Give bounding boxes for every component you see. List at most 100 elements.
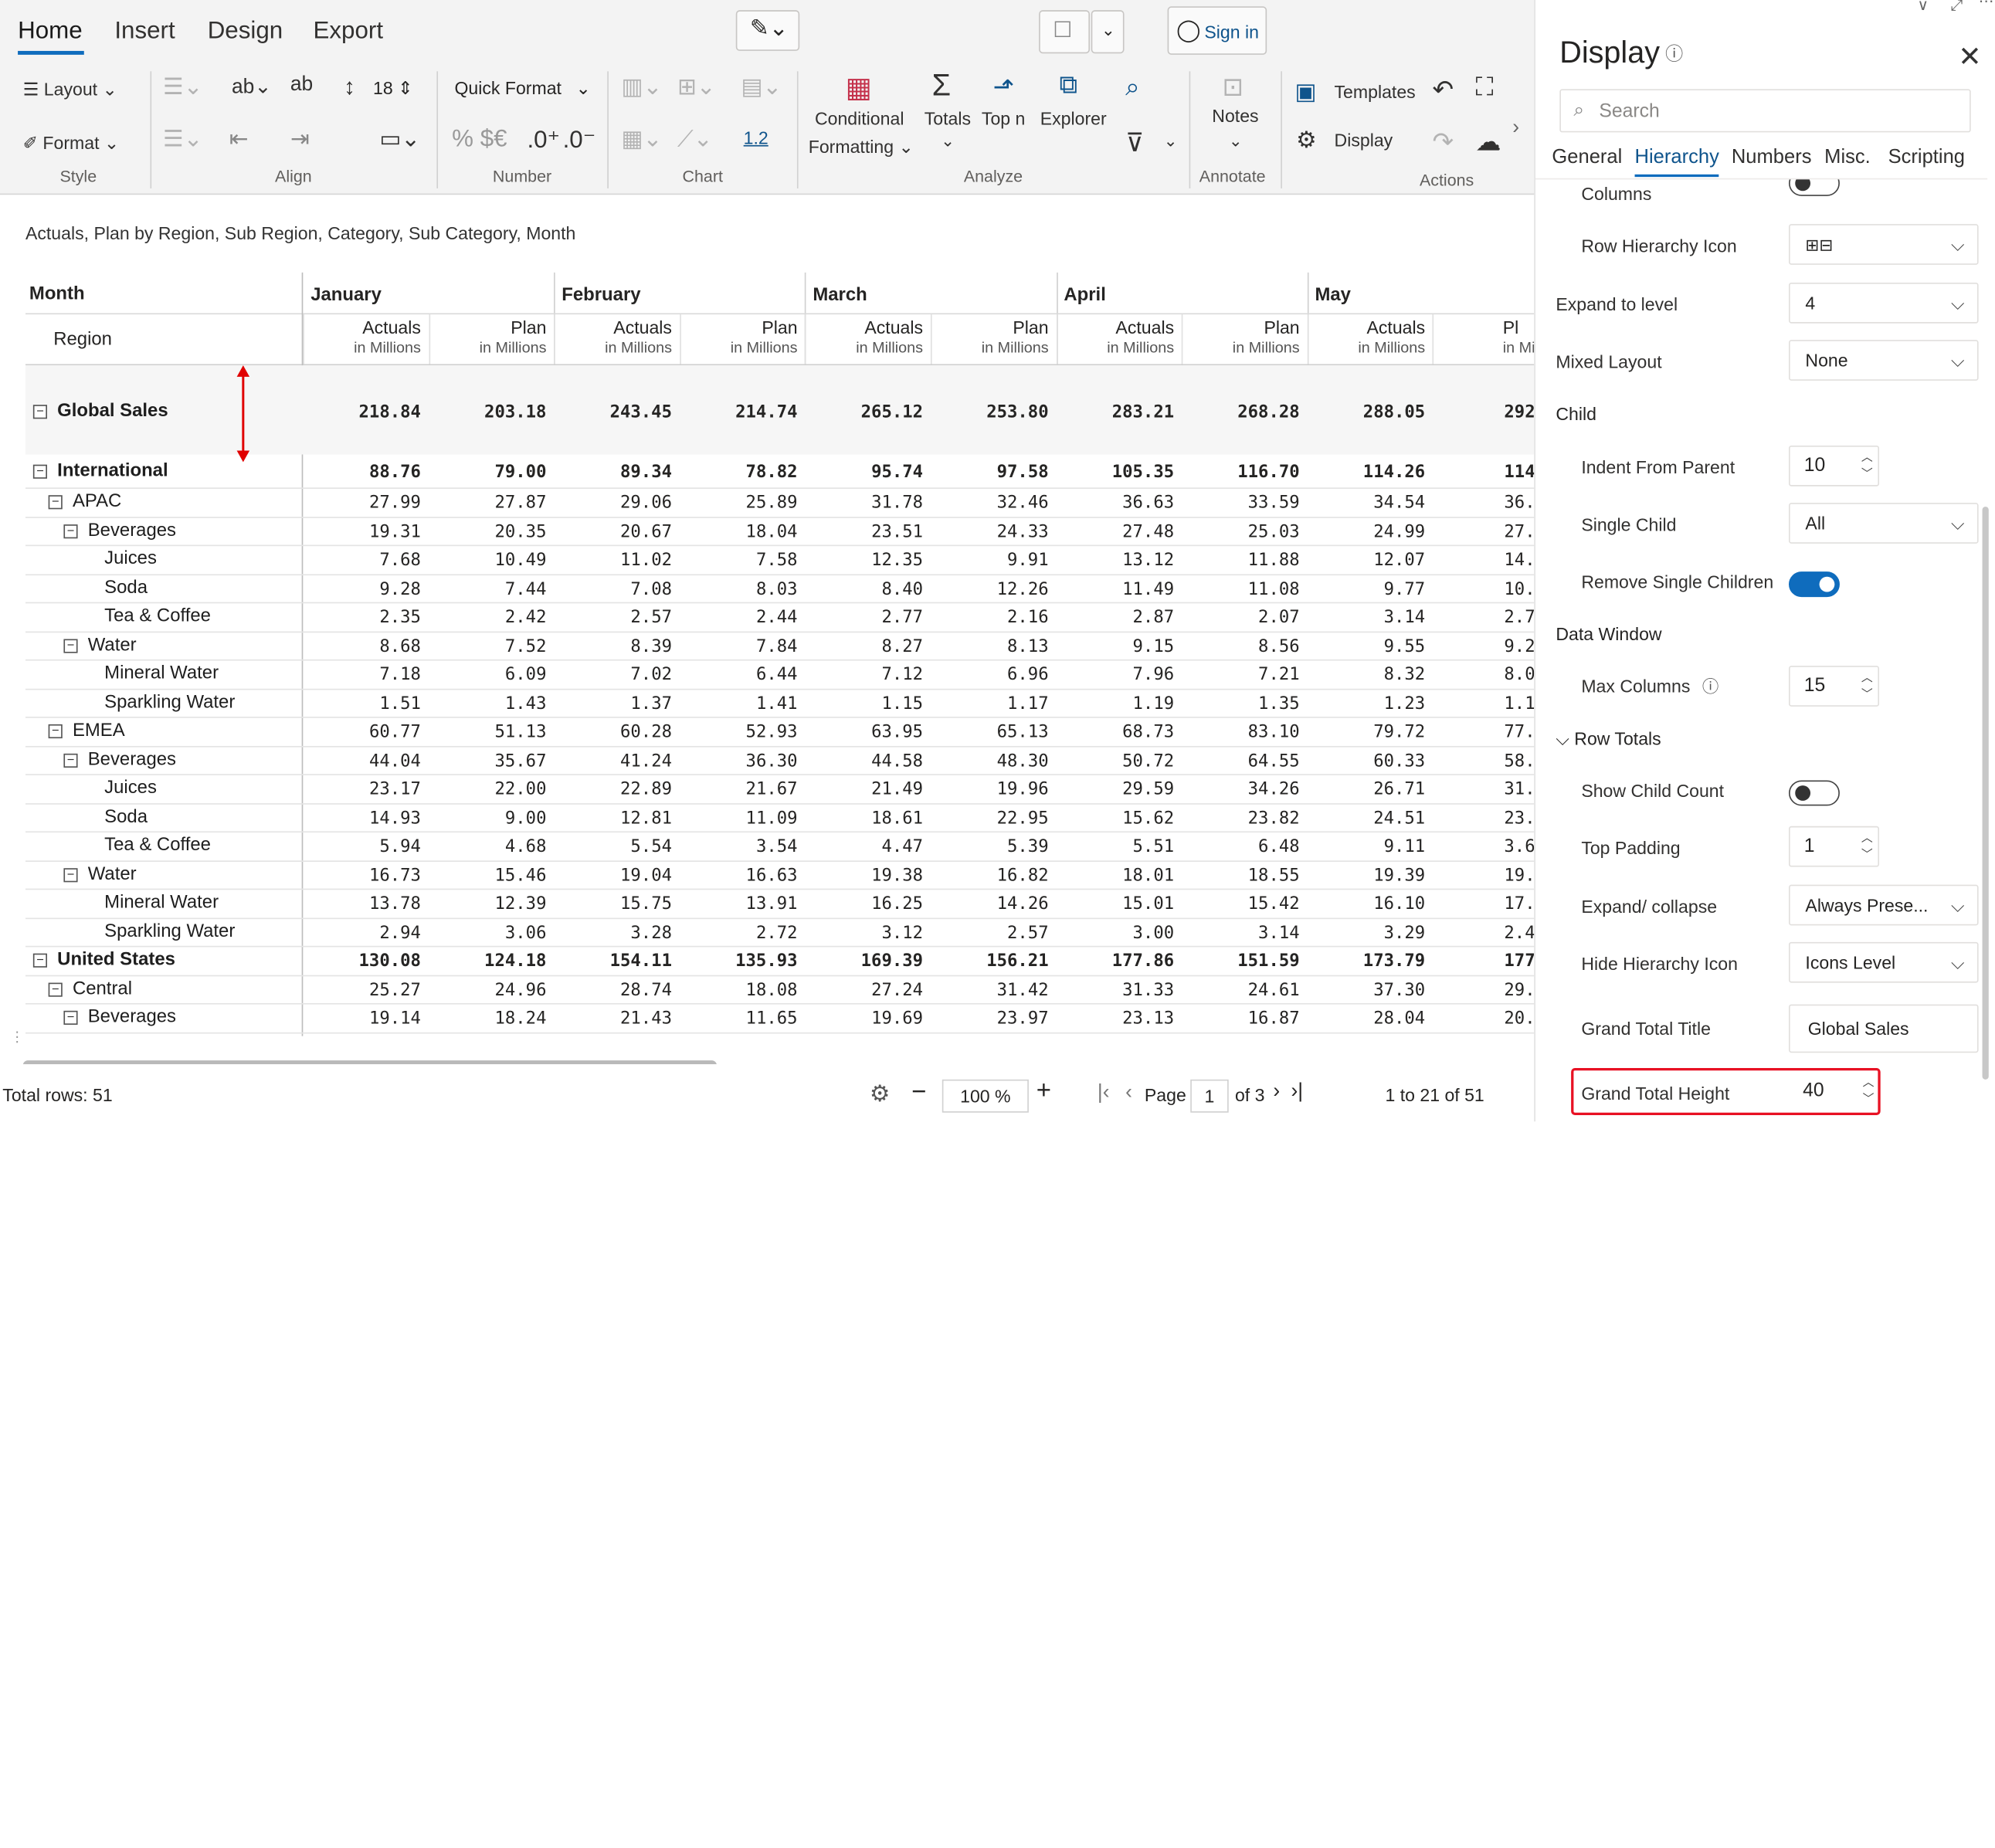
table-row[interactable]: Juices 23.17 22.00 22.89 21.67 21.49 19.96 29.5…	[25, 774, 1534, 802]
table-cell[interactable]: 44.58	[805, 751, 923, 771]
table-cell[interactable]: 2.77	[805, 607, 923, 627]
table-cell[interactable]: 218.84	[303, 402, 421, 422]
max-columns-input[interactable]: 15 ︿ ﹀	[1789, 666, 1880, 707]
table-cell[interactable]: 26.71	[1308, 779, 1425, 799]
table-cell[interactable]: 12.26	[931, 578, 1049, 598]
column-header-month[interactable]: May	[1315, 285, 1351, 305]
zoom-out-button[interactable]: −	[911, 1078, 926, 1107]
totals-button[interactable]: Totals	[925, 108, 971, 128]
tab-numbers[interactable]: Numbers	[1732, 147, 1812, 170]
table-cell[interactable]: 5.39	[931, 836, 1049, 856]
column-header-month[interactable]: January	[310, 285, 382, 305]
remove-single-children-toggle[interactable]	[1789, 571, 1840, 598]
layout-button[interactable]: ☰ Layout ⌄	[23, 79, 117, 100]
column-header-plan[interactable]: Plan in Millions	[931, 317, 1049, 358]
table-cell[interactable]: 11.08	[1182, 578, 1300, 598]
prev-page-icon[interactable]: ‹	[1125, 1082, 1132, 1105]
table-cell[interactable]: 27.2	[1504, 521, 1534, 541]
table-cell[interactable]: 27.24	[805, 979, 923, 999]
table-cell[interactable]: 2.42	[429, 607, 547, 627]
table-row[interactable]: − APAC 27.99 27.87 29.06 25.89 31.78 32.46 36.63…	[25, 487, 1534, 516]
expand-to-level-select[interactable]: 4 ⌵	[1789, 282, 1979, 324]
table-cell[interactable]: 14.3	[1504, 550, 1534, 570]
table-cell[interactable]: 151.59	[1182, 951, 1299, 971]
table-row[interactable]: Tea & Coffee 2.35 2.42 2.57 2.44 2.77 2.16 2.87…	[25, 602, 1534, 631]
row-hierarchy-icon-select[interactable]: ⊞⊟ ⌵	[1789, 224, 1979, 265]
table-cell[interactable]: 89.34	[554, 462, 672, 482]
table-cell[interactable]: 2.07	[1182, 607, 1300, 627]
table-cell[interactable]: 9.91	[931, 550, 1049, 570]
undo-icon[interactable]: ↶	[1432, 74, 1454, 106]
table-cell[interactable]: 24.33	[931, 521, 1049, 541]
column-header-actuals[interactable]: Actuals in Millions	[554, 317, 672, 358]
frame-icon[interactable]: ⛶	[1475, 74, 1493, 103]
table-cell[interactable]: 11.02	[554, 550, 672, 570]
table-cell[interactable]: 177.86	[1057, 951, 1174, 971]
column-header-plan[interactable]: Plan in Millions	[429, 317, 547, 358]
cloud-upload-icon[interactable]: ☁	[1475, 126, 1501, 158]
table-cell[interactable]: 19.14	[303, 1009, 421, 1029]
table-cell[interactable]: 44.04	[303, 751, 421, 771]
table-cell[interactable]: 7.12	[805, 664, 923, 684]
table-cell[interactable]: 37.30	[1308, 979, 1425, 999]
table-cell[interactable]: 3.12	[805, 922, 923, 942]
percent-currency-icon[interactable]: % $€	[452, 126, 507, 154]
table-cell[interactable]: 7.18	[303, 664, 421, 684]
more-icon[interactable]: ⋯	[1979, 0, 1994, 10]
table-row[interactable]: Tea & Coffee 5.94 4.68 5.54 3.54 4.47 5.39 5.51…	[25, 831, 1534, 860]
expand-icon[interactable]: ⤢	[1950, 0, 1963, 15]
expand-collapse-select[interactable]: Always Prese... ⌵	[1789, 884, 1979, 926]
table-cell[interactable]: 78.82	[680, 462, 798, 482]
table-cell[interactable]: 105.35	[1057, 462, 1174, 482]
table-cell[interactable]: 27.48	[1057, 521, 1174, 541]
collapse-icon[interactable]: −	[63, 753, 78, 768]
align-justify-icon[interactable]: ☰⌄	[163, 126, 202, 153]
tab-scripting[interactable]: Scripting	[1888, 147, 1965, 170]
table-cell[interactable]: 16.73	[303, 865, 421, 885]
table-cell[interactable]: 1.1	[1504, 693, 1534, 714]
table-cell[interactable]: 7.68	[303, 550, 421, 570]
table-cell[interactable]: 8.56	[1182, 636, 1300, 656]
table-row[interactable]: Soda 9.28 7.44 7.08 8.03 8.40 12.26 11.49 11.08 9…	[25, 574, 1534, 602]
text-wrap-icon[interactable]: ab⌄	[232, 74, 271, 100]
increase-decimal-icon[interactable]: .0⁺	[527, 126, 560, 155]
table-cell[interactable]: 97.58	[931, 462, 1049, 482]
table-cell[interactable]: 41.24	[554, 751, 672, 771]
table-cell[interactable]: 2.44	[680, 607, 798, 627]
table-cell[interactable]: 8.68	[303, 636, 421, 656]
table-cell[interactable]: 14.26	[931, 893, 1049, 914]
table-cell[interactable]: 25.03	[1182, 521, 1300, 541]
table-cell[interactable]: 15.62	[1057, 808, 1174, 828]
table-cell[interactable]: 18.08	[680, 979, 798, 999]
table-row[interactable]: Sparkling Water 2.94 3.06 3.28 2.72 3.12 2.57 3…	[25, 917, 1534, 946]
table-cell[interactable]: 25.89	[680, 493, 798, 513]
font-size-select[interactable]: 18 ⇕	[363, 73, 429, 103]
table-cell[interactable]: 11.49	[1057, 578, 1174, 598]
table-cell[interactable]: 8.40	[805, 578, 923, 598]
collapse-icon[interactable]: −	[48, 982, 63, 996]
grand-total-height-input[interactable]: 40 ︿ ﹀	[1789, 1072, 1879, 1113]
table-cell[interactable]: 9.77	[1308, 578, 1426, 598]
table-cell[interactable]: 7.84	[680, 636, 798, 656]
table-cell[interactable]: 19.38	[805, 865, 923, 885]
collapse-icon[interactable]: −	[32, 953, 47, 968]
tab-hierarchy[interactable]: Hierarchy	[1635, 147, 1719, 170]
table-cell[interactable]: 23.82	[1182, 808, 1300, 828]
table-cell[interactable]: 8.32	[1308, 664, 1426, 684]
table-cell[interactable]: 8.0	[1504, 664, 1534, 684]
table-cell[interactable]: 1.17	[931, 693, 1049, 714]
table-cell[interactable]: 95.74	[805, 462, 923, 482]
zoom-in-button[interactable]: +	[1037, 1077, 1051, 1107]
table-cell[interactable]: 10.1	[1504, 578, 1534, 598]
templates-button[interactable]: Templates	[1335, 81, 1416, 101]
table-row[interactable]: − EMEA 60.77 51.13 60.28 52.93 63.95 65.13 68.73…	[25, 717, 1534, 745]
table-cell[interactable]: 23.17	[303, 779, 421, 799]
table-cell[interactable]: 15.75	[554, 893, 672, 914]
table-cell[interactable]: 13.91	[680, 893, 798, 914]
table-cell[interactable]: 3.00	[1057, 922, 1175, 942]
topn-button[interactable]: Top n	[982, 108, 1025, 128]
tab-general[interactable]: General	[1552, 147, 1622, 170]
table-cell[interactable]: 7.44	[429, 578, 547, 598]
column-header-month[interactable]: April	[1064, 285, 1105, 305]
table-cell[interactable]: 13.12	[1057, 550, 1174, 570]
